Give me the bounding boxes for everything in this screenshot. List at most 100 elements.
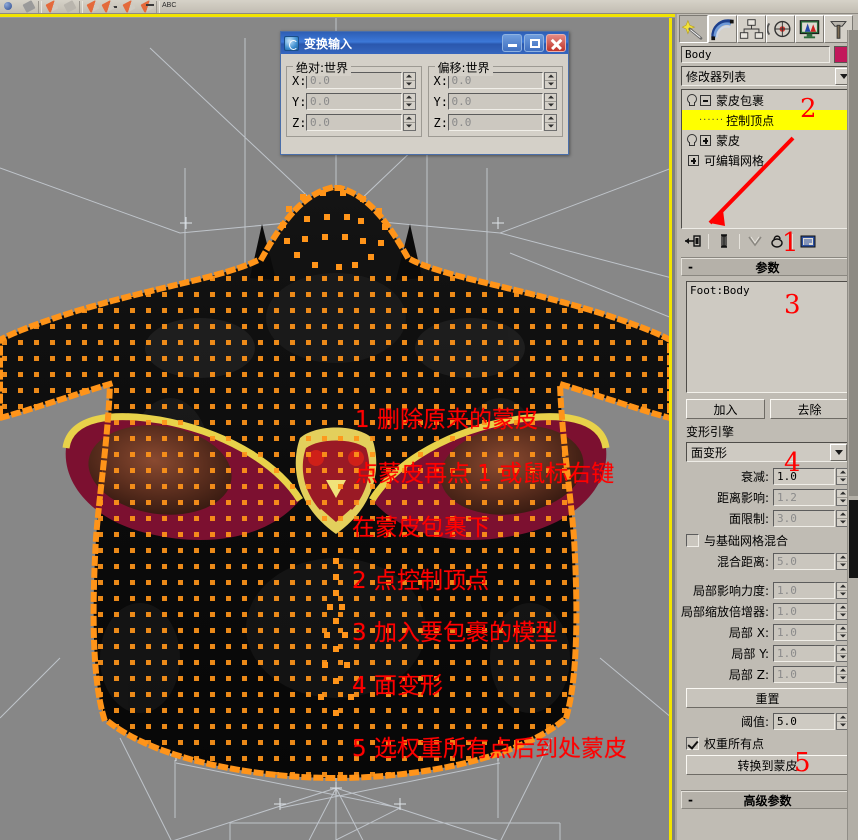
light-bulb-icon[interactable] <box>686 134 697 146</box>
transform-type-in-dialog[interactable]: 变换输入 绝对:世界 X: 0.0 Y: 0.0 Z: 0.0 偏移:世界 X:… <box>280 31 569 155</box>
deformation-engine-value: 面变形 <box>691 445 728 460</box>
advanced-parameters-rollout: - 高级参数 <box>681 790 854 809</box>
offset-y-spinner[interactable] <box>544 93 557 110</box>
local-y-input[interactable]: 1.0 <box>773 645 835 662</box>
pin-stack-icon[interactable] <box>683 232 703 251</box>
reset-button[interactable]: 重置 <box>686 688 849 708</box>
local-strength-input[interactable]: 1.0 <box>773 582 835 599</box>
weight-all-points-checkbox[interactable] <box>686 737 699 750</box>
offset-z-label: Z: <box>433 115 448 130</box>
light-bulb-icon[interactable] <box>686 94 697 106</box>
abc-label-icon[interactable]: ABC <box>161 0 191 13</box>
modifier-list-dropdown[interactable]: 修改器列表 <box>681 66 854 86</box>
offset-z-input[interactable]: 0.0 <box>447 114 543 131</box>
distance-influence-label: 距离影响: <box>716 491 769 505</box>
offset-world-group: 偏移:世界 X: 0.0 Y: 0.0 Z: 0.0 <box>427 59 563 137</box>
maximize-button[interactable] <box>524 34 544 52</box>
object-name-row: Body <box>677 44 858 63</box>
dialog-title: 变换输入 <box>304 36 353 51</box>
face-limit-input[interactable]: 3.0 <box>773 510 835 527</box>
deformation-engine-dropdown[interactable]: 面变形 <box>686 442 849 462</box>
wrap-mesh-list[interactable]: Foot:Body <box>686 281 849 393</box>
modify-tab[interactable] <box>708 15 737 43</box>
stack-item-skin[interactable]: 蒙皮 <box>682 130 853 150</box>
convert-to-skin-button[interactable]: 转换到蒙皮 <box>686 755 849 775</box>
advanced-parameters-rollout-header[interactable]: - 高级参数 <box>681 791 854 809</box>
scrollbar-track-upper[interactable] <box>849 30 858 496</box>
absolute-z-input[interactable]: 0.0 <box>306 114 402 131</box>
move-icon[interactable] <box>84 0 101 13</box>
local-scale-multiplier-input[interactable]: 1.0 <box>773 603 835 620</box>
absolute-world-legend: 绝对:世界 <box>293 59 352 76</box>
local-z-input[interactable]: 1.0 <box>773 666 835 683</box>
blend-distance-input[interactable]: 5.0 <box>773 553 835 570</box>
stack-item-label: 控制顶点 <box>726 113 775 128</box>
threshold-label: 阈值: <box>740 715 769 729</box>
rollout-collapse-icon[interactable]: - <box>688 793 693 807</box>
weight-all-points-row[interactable]: 权重所有点 <box>686 734 849 753</box>
falloff-input[interactable]: 1.0 <box>773 468 835 485</box>
stack-item-skin-wrap[interactable]: 蒙皮包裹 <box>682 90 853 110</box>
window-buttons <box>502 34 566 52</box>
absolute-y-spinner[interactable] <box>402 93 416 110</box>
remove-button[interactable]: 去除 <box>770 399 849 419</box>
local-x-input[interactable]: 1.0 <box>773 624 835 641</box>
stack-item-editable-mesh[interactable]: 可编辑网格 <box>682 150 853 170</box>
collapse-minus-icon[interactable] <box>700 94 711 106</box>
local-z-label: 局部 Z: <box>728 668 769 682</box>
rotate-icon[interactable] <box>101 0 119 13</box>
app-icon <box>284 35 299 51</box>
local-x-row: 局部 X: 1.0 <box>686 623 849 642</box>
hierarchy-tab[interactable] <box>737 15 766 43</box>
command-panel-scrollbar[interactable] <box>847 30 858 840</box>
crossing-icon[interactable] <box>61 0 78 13</box>
marker-3: 3 <box>784 290 801 320</box>
mesh-list-item[interactable]: Foot:Body <box>690 284 848 297</box>
deformation-engine-label: 变形引擎 <box>686 425 735 439</box>
offset-x-spinner[interactable] <box>544 72 557 89</box>
offset-y-label: Y: <box>433 94 448 109</box>
minimize-button[interactable] <box>502 34 522 52</box>
offset-z-spinner[interactable] <box>544 114 557 131</box>
select-by-name-icon[interactable] <box>20 0 37 13</box>
offset-y-input[interactable]: 0.0 <box>447 93 543 110</box>
parameters-rollout-header[interactable]: - 参数 <box>681 258 854 276</box>
absolute-z-row: Z: 0.0 <box>292 113 416 132</box>
display-tab[interactable] <box>795 15 824 43</box>
scrollbar-thumb[interactable] <box>849 500 858 578</box>
show-end-result-icon[interactable] <box>714 232 734 251</box>
blend-base-mesh-row[interactable]: 与基础网格混合 <box>686 531 849 550</box>
modifier-stack-buttons <box>677 229 858 253</box>
absolute-y-input[interactable]: 0.0 <box>306 93 402 110</box>
expand-plus-icon[interactable] <box>700 134 711 146</box>
viewport-active-border <box>669 18 672 840</box>
select-object-icon[interactable] <box>2 0 19 13</box>
absolute-z-spinner[interactable] <box>402 114 416 131</box>
star-wand-icon <box>681 19 703 40</box>
local-scale-multiplier-row: 局部缩放倍增器: 1.0 <box>681 602 849 621</box>
object-name-field[interactable]: Body <box>681 46 830 63</box>
dialog-title-bar[interactable]: 变换输入 <box>281 32 568 54</box>
stack-item-control-points[interactable]: ······ 控制顶点 <box>682 110 853 130</box>
distance-influence-input[interactable]: 1.2 <box>773 489 835 506</box>
create-tab[interactable] <box>679 15 708 43</box>
threshold-input[interactable]: 5.0 <box>773 713 835 730</box>
reference-coordinate-icon[interactable] <box>138 0 155 13</box>
scale-icon[interactable] <box>120 0 137 13</box>
make-unique-icon[interactable] <box>745 232 765 251</box>
close-button[interactable] <box>546 34 566 52</box>
configure-modifier-sets-icon[interactable] <box>798 232 818 251</box>
command-panel-tabs <box>677 14 858 44</box>
expand-plus-icon[interactable] <box>688 154 699 166</box>
chevron-down-icon[interactable] <box>830 443 847 461</box>
absolute-x-spinner[interactable] <box>402 72 416 89</box>
falloff-label: 衰减: <box>740 470 769 484</box>
motion-tab[interactable] <box>766 15 795 43</box>
rollout-collapse-icon[interactable]: - <box>688 260 693 274</box>
blend-base-mesh-checkbox[interactable] <box>686 534 699 547</box>
add-button[interactable]: 加入 <box>686 399 765 419</box>
modifier-stack[interactable]: 蒙皮包裹 ······ 控制顶点 蒙皮 可编辑网格 <box>681 89 854 229</box>
select-region-icon[interactable] <box>43 0 60 13</box>
marker-1: 1 <box>782 228 799 258</box>
offset-world-legend: 偏移:世界 <box>434 59 493 76</box>
